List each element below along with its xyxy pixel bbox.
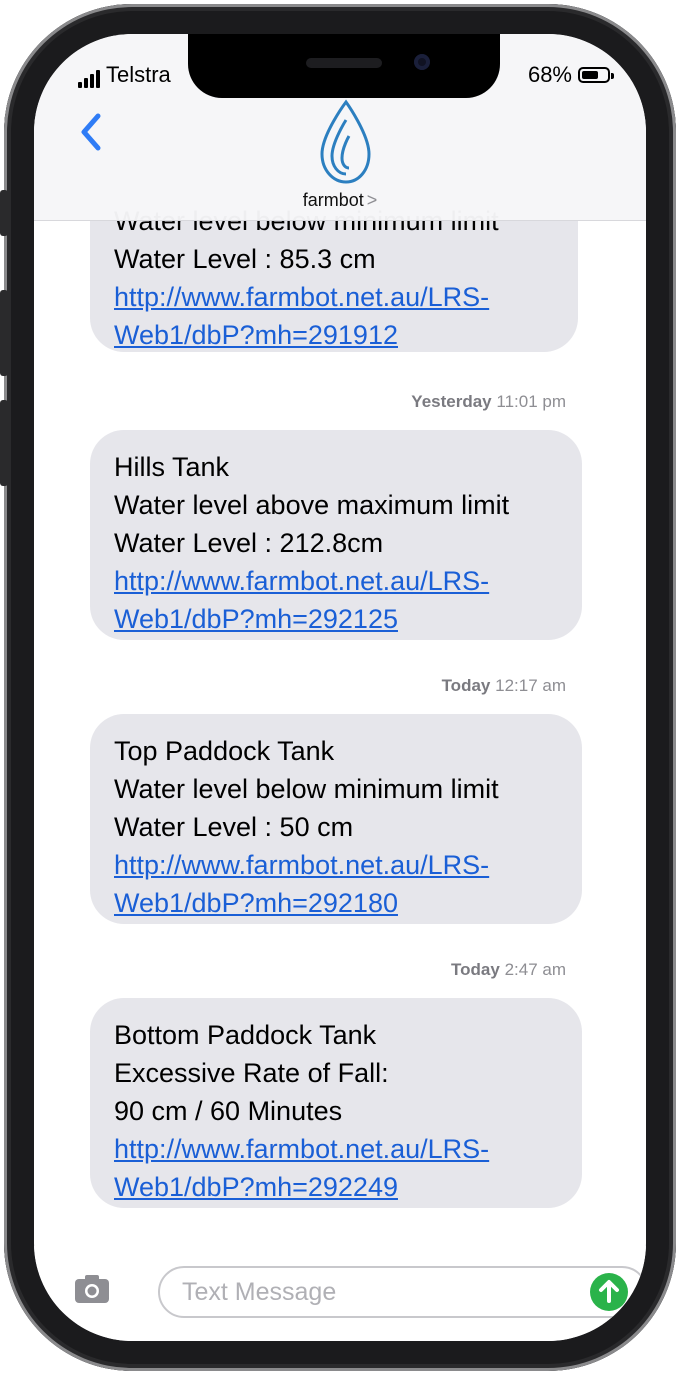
contact-label: farmbot — [302, 190, 364, 210]
message-input[interactable]: Text Message — [158, 1266, 646, 1318]
chevron-right-icon: > — [366, 190, 378, 210]
signal-icon — [78, 70, 100, 88]
notch — [188, 34, 500, 98]
message-line: 90 cm / 60 Minutes — [114, 1096, 343, 1126]
message-line: Water level below minimum limit — [114, 774, 499, 804]
carrier-name: Telstra — [106, 62, 171, 87]
message-link[interactable]: Web1/dbP?mh=292125 — [114, 600, 556, 638]
message-link[interactable]: http://www.farmbot.net.au/LRS- — [114, 278, 552, 316]
water-drop-icon[interactable] — [316, 98, 374, 186]
timestamp-day: Yesterday — [411, 392, 492, 411]
message-line: Water level above maximum limit — [114, 490, 510, 520]
timestamp: Today 2:47 am — [451, 960, 566, 980]
message-line: Water Level : 85.3 cm — [114, 244, 376, 274]
message-link[interactable]: Web1/dbP?mh=292249 — [114, 1168, 556, 1206]
timestamp-time: 12:17 am — [495, 676, 566, 695]
speaker-grille — [306, 58, 382, 68]
message-bubble: Top Paddock Tank Water level below minim… — [90, 714, 582, 924]
message-link[interactable]: http://www.farmbot.net.au/LRS- — [114, 562, 556, 600]
timestamp-time: 2:47 am — [504, 960, 566, 979]
arrow-up-icon[interactable] — [590, 1273, 628, 1311]
timestamp: Today 12:17 am — [442, 676, 566, 696]
message-link[interactable]: http://www.farmbot.net.au/LRS- — [114, 1130, 556, 1168]
volume-up-button — [0, 290, 8, 376]
ringer-switch — [0, 190, 8, 236]
compose-bar: Text Message — [34, 1246, 646, 1341]
front-camera — [414, 54, 430, 70]
message-thread[interactable]: Water level below minimum limit Water Le… — [34, 34, 646, 1341]
chevron-left-icon[interactable] — [76, 112, 106, 152]
message-line: Bottom Paddock Tank — [114, 1020, 377, 1050]
battery-percent: 68% — [527, 62, 572, 87]
status-carrier: Telstra — [78, 62, 171, 88]
timestamp-day: Today — [441, 676, 491, 695]
timestamp-time: 11:01 pm — [496, 392, 566, 411]
timestamp-day: Today — [451, 960, 500, 979]
message-link[interactable]: http://www.farmbot.net.au/LRS- — [114, 846, 556, 884]
timestamp: Yesterday 11:01 pm — [411, 392, 566, 412]
message-line: Water Level : 212.8cm — [114, 528, 384, 558]
message-line: Water Level : 50 cm — [114, 812, 354, 842]
battery-icon — [578, 67, 614, 83]
message-line: Excessive Rate of Fall: — [114, 1058, 389, 1088]
camera-icon[interactable] — [74, 1274, 110, 1304]
volume-down-button — [0, 400, 8, 486]
message-line: Top Paddock Tank — [114, 736, 335, 766]
message-bubble: Hills Tank Water level above maximum lim… — [90, 430, 582, 640]
message-bubble: Bottom Paddock Tank Excessive Rate of Fa… — [90, 998, 582, 1208]
message-line: Hills Tank — [114, 452, 230, 482]
status-battery: 68% — [527, 62, 614, 88]
message-link[interactable]: Web1/dbP?mh=291912 — [114, 316, 552, 354]
screen: Water level below minimum limit Water Le… — [34, 34, 646, 1341]
contact-name[interactable]: farmbot > — [34, 190, 646, 211]
message-link[interactable]: Web1/dbP?mh=292180 — [114, 884, 556, 922]
